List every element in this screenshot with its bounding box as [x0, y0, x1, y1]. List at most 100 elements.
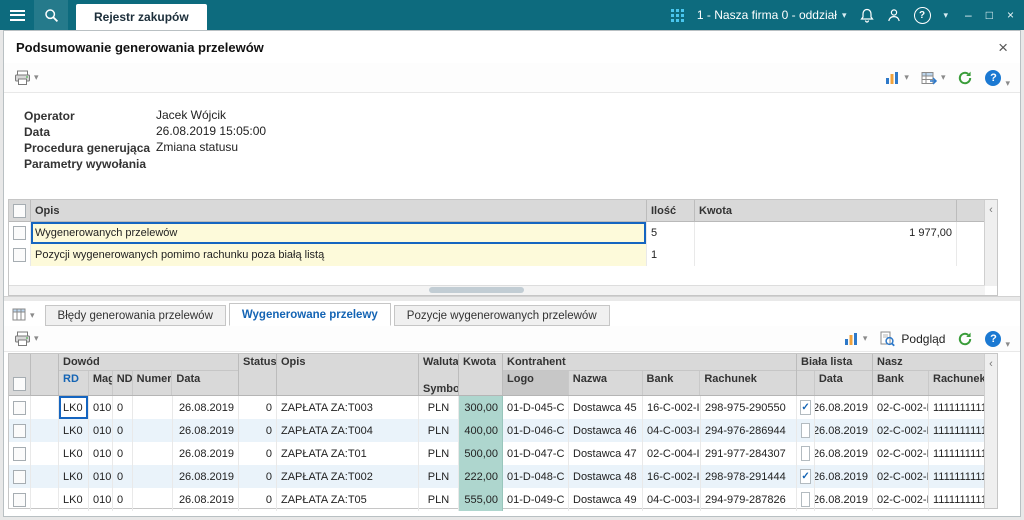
table-row[interactable]: LK0 010 0 26.08.2019 0 ZAPŁATA ZA:T003 P… [9, 396, 985, 419]
cell-ilosc[interactable]: 1 [647, 244, 695, 266]
cell-nd[interactable]: 0 [113, 396, 133, 419]
cell-mag[interactable]: 010 [89, 419, 113, 442]
cell-mag[interactable]: 010 [89, 442, 113, 465]
cell-data[interactable]: 26.08.2019 [173, 488, 239, 511]
refresh-button[interactable] [957, 331, 973, 347]
cell-nazwa[interactable]: Dostawca 45 [569, 396, 643, 419]
chart-button[interactable]: ▾ [885, 71, 909, 85]
cell-nd[interactable]: 0 [113, 488, 133, 511]
cell-status[interactable]: 0 [239, 442, 277, 465]
cell-data[interactable]: 26.08.2019 [173, 396, 239, 419]
cell-nasz-bank[interactable]: 02-C-002-I [873, 465, 929, 488]
cell-nasz-bank[interactable]: 02-C-002-I [873, 396, 929, 419]
cell-nasz-rachunek[interactable]: 1111111111-1111111111 [929, 488, 985, 511]
cell-opis[interactable]: ZAPŁATA ZA:T002 [277, 465, 419, 488]
header-rd[interactable]: RD [59, 371, 89, 395]
tab-bledy-generowania[interactable]: Błędy generowania przelewów [45, 305, 226, 326]
whitelist-checkbox[interactable]: ✓ [800, 469, 810, 484]
table-row[interactable]: Wygenerowanych przelewów 5 1 977,00 [9, 222, 985, 244]
header-nd[interactable]: ND [113, 371, 133, 395]
checkbox-cell[interactable] [9, 244, 31, 266]
cell-rachunek[interactable]: 294-976-286944 [701, 419, 797, 442]
print-button[interactable]: ▾ [14, 70, 39, 86]
user-icon[interactable] [887, 8, 901, 22]
cell-numer[interactable] [133, 396, 173, 419]
select-all-cell[interactable] [9, 200, 31, 222]
header-wl-check[interactable] [797, 371, 815, 395]
cell-data[interactable]: 26.08.2019 [173, 465, 239, 488]
cell-rachunek[interactable]: 291-977-284307 [701, 442, 797, 465]
header-kwota[interactable]: Kwota [695, 200, 957, 222]
cell-data[interactable]: 26.08.2019 [173, 419, 239, 442]
row-checkbox[interactable] [13, 248, 26, 262]
cell-nazwa[interactable]: Dostawca 48 [569, 465, 643, 488]
row-checkbox[interactable] [13, 447, 26, 461]
select-all-checkbox[interactable] [13, 377, 26, 391]
column-scroll-left[interactable]: ‹ [984, 200, 997, 286]
cell-nasz-rachunek[interactable]: 1111111111-1111111111 [929, 442, 985, 465]
cell-nasz-rachunek[interactable]: 1111111111-1111111111 [929, 396, 985, 419]
table-row[interactable]: LK0 010 0 26.08.2019 0 ZAPŁATA ZA:T002 P… [9, 465, 985, 488]
cell-status[interactable]: 0 [239, 465, 277, 488]
cell-numer[interactable] [133, 419, 173, 442]
bell-icon[interactable] [860, 8, 874, 23]
header-data[interactable]: Data [172, 371, 238, 395]
header-numer[interactable]: Numer [133, 371, 173, 395]
cell-kwota[interactable] [695, 244, 957, 266]
horizontal-scrollbar[interactable] [9, 285, 985, 295]
header-status[interactable]: Status [239, 354, 277, 395]
header-opis[interactable]: Opis [31, 200, 647, 222]
checkbox-cell[interactable] [9, 222, 31, 244]
cell-opis[interactable]: Pozycji wygenerowanych pomimo rachunku p… [31, 244, 647, 266]
cell-kwota[interactable]: 400,00 [459, 419, 503, 442]
row-checkbox[interactable] [13, 401, 26, 415]
export-button[interactable]: ▾ [921, 71, 946, 85]
header-bank[interactable]: Bank [643, 371, 701, 395]
cell-nazwa[interactable]: Dostawca 46 [569, 419, 643, 442]
cell-wl-data[interactable]: 26.08.2019 [815, 419, 873, 442]
help-button[interactable]: ? [985, 331, 1001, 347]
cell-mag[interactable]: 010 [89, 396, 113, 419]
cell-nd[interactable]: 0 [113, 419, 133, 442]
cell-opis[interactable]: ZAPŁATA ZA:T003 [277, 396, 419, 419]
cell-bank[interactable]: 16-C-002-I [643, 465, 701, 488]
header-logo[interactable]: Logo [503, 371, 569, 395]
header-nasz-bank[interactable]: Bank [873, 371, 929, 395]
cell-logo[interactable]: 01-D-048-C [503, 465, 569, 488]
cell-logo[interactable]: 01-D-045-C [503, 396, 569, 419]
checkbox-cell[interactable] [9, 419, 31, 442]
maximize-button[interactable]: □ [986, 8, 993, 22]
cell-nasz-rachunek[interactable]: 1111111111-1111111111 [929, 419, 985, 442]
dialog-close-button[interactable]: × [998, 39, 1008, 56]
cell-wl-data[interactable]: 26.08.2019 [815, 488, 873, 511]
cell-nd[interactable]: 0 [113, 442, 133, 465]
cell-numer[interactable] [133, 442, 173, 465]
column-scroll-left[interactable]: ‹ [984, 354, 997, 508]
table-row[interactable]: LK0 010 0 26.08.2019 0 ZAPŁATA ZA:T01 PL… [9, 442, 985, 465]
cell-waluta[interactable]: PLN [419, 442, 459, 465]
cell-logo[interactable]: 01-D-047-C [503, 442, 569, 465]
whitelist-checkbox[interactable] [801, 446, 810, 461]
cell-kwota[interactable]: 222,00 [459, 465, 503, 488]
cell-nasz-bank[interactable]: 02-C-002-I [873, 488, 929, 511]
cell-bank[interactable]: 16-C-002-I [643, 396, 701, 419]
grid-settings-button[interactable]: ▾ [12, 308, 35, 322]
checkbox-cell[interactable] [9, 442, 31, 465]
cell-kwota[interactable]: 555,00 [459, 488, 503, 511]
row-checkbox[interactable] [13, 424, 26, 438]
cell-opis[interactable]: ZAPŁATA ZA:T05 [277, 488, 419, 511]
cell-logo[interactable]: 01-D-049-C [503, 488, 569, 511]
cell-nasz-bank[interactable]: 02-C-002-I [873, 419, 929, 442]
cell-wl-data[interactable]: 26.08.2019 [815, 396, 873, 419]
header-nazwa[interactable]: Nazwa [569, 371, 643, 395]
help-button[interactable]: ? [985, 70, 1001, 86]
cell-nd[interactable]: 0 [113, 465, 133, 488]
cell-logo[interactable]: 01-D-046-C [503, 419, 569, 442]
header-select-all[interactable] [9, 354, 31, 395]
select-all-checkbox[interactable] [13, 204, 26, 218]
cell-opis[interactable]: ZAPŁATA ZA:T004 [277, 419, 419, 442]
checkbox-cell[interactable] [9, 465, 31, 488]
cell-bank[interactable]: 02-C-004-I [643, 442, 701, 465]
menu-button[interactable] [0, 0, 34, 30]
cell-waluta[interactable]: PLN [419, 465, 459, 488]
